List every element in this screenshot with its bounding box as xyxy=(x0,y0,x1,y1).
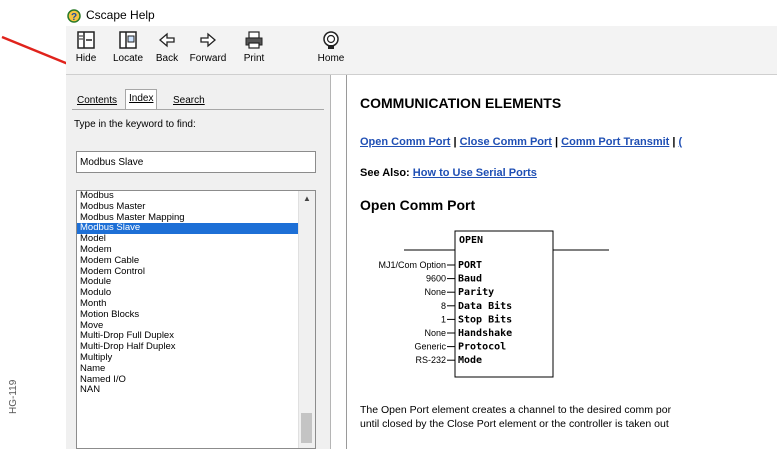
list-scrollbar[interactable]: ▲ xyxy=(298,191,315,448)
block-name: OPEN xyxy=(459,235,483,246)
locate-button[interactable]: Locate xyxy=(108,30,148,64)
tab-index[interactable]: Index xyxy=(125,89,158,110)
description-line: The Open Port element creates a channel … xyxy=(360,404,672,416)
link-open-comm-port[interactable]: Open Comm Port xyxy=(360,136,450,148)
list-item[interactable]: Multiply xyxy=(77,352,299,364)
list-item[interactable]: Named I/O xyxy=(77,374,299,386)
list-item[interactable]: Modem Cable xyxy=(77,255,299,267)
home-button[interactable]: Home xyxy=(311,30,351,64)
link-close-comm-port[interactable]: Close Comm Port xyxy=(460,136,552,148)
navigation-pane: Contents Index Search Type in the keywor… xyxy=(66,75,331,449)
pin-label: Stop Bits xyxy=(458,313,512,325)
list-item[interactable]: Modulo xyxy=(77,287,299,299)
scroll-up-arrow-icon[interactable]: ▲ xyxy=(299,191,315,207)
pin-input-value: 9600 xyxy=(426,274,446,284)
index-list-items: Modbus Modbus Master Modbus Master Mapping… xyxy=(77,191,299,396)
content-pane: COMMUNICATION ELEMENTS Open Comm Port | … xyxy=(346,75,777,449)
tab-search[interactable]: Search xyxy=(170,93,208,109)
pin-label: Baud xyxy=(458,274,482,285)
index-list[interactable]: Modbus Modbus Master Modbus Master Mapping… xyxy=(76,190,316,449)
page-title: COMMUNICATION ELEMENTS xyxy=(360,95,562,111)
keyword-label: Type in the keyword to find: xyxy=(74,119,196,130)
toolbar: Hide Locate Back Forward Print Home xyxy=(66,26,777,75)
window-title: Cscape Help xyxy=(86,8,155,22)
see-also: See Also: How to Use Serial Ports xyxy=(360,167,537,179)
figure-code: HG-119 xyxy=(8,379,19,414)
see-also-label: See Also: xyxy=(360,167,410,179)
pin-input-value: MJ1/Com Option xyxy=(378,260,446,270)
forward-button[interactable]: Forward xyxy=(186,30,230,64)
back-arrow-icon xyxy=(159,32,175,48)
list-item[interactable]: Modbus Slave xyxy=(77,223,299,235)
pin-input-value: Generic xyxy=(414,342,446,352)
scroll-thumb[interactable] xyxy=(301,413,312,443)
locate-icon xyxy=(119,31,137,49)
pin-input-value: None xyxy=(424,328,446,338)
list-item[interactable]: Motion Blocks xyxy=(77,309,299,321)
link-serial-ports[interactable]: How to Use Serial Ports xyxy=(413,167,537,179)
open-port-block-diagram: OPEN MJ1/Com Option PORT 9600 Baud None Parit… xyxy=(378,230,609,378)
help-app-icon: ? xyxy=(67,9,81,23)
forward-arrow-icon xyxy=(200,32,216,48)
pin-label: Mode xyxy=(458,355,482,366)
description: The Open Port element creates a channel … xyxy=(360,403,671,431)
print-button[interactable]: Print xyxy=(234,30,274,64)
keyword-input[interactable]: Modbus Slave xyxy=(76,151,316,173)
list-item[interactable]: NAN xyxy=(77,385,299,396)
list-item[interactable]: Modbus Master xyxy=(77,201,299,213)
pin-label: Data Bits xyxy=(458,300,512,312)
link-truncated[interactable]: ( xyxy=(679,136,683,148)
print-icon xyxy=(245,31,263,49)
tab-divider xyxy=(72,109,324,110)
link-comm-port-transmit[interactable]: Comm Port Transmit xyxy=(561,136,669,148)
pin-label: Parity xyxy=(458,286,494,298)
svg-text:?: ? xyxy=(71,12,77,23)
tab-contents[interactable]: Contents xyxy=(74,93,120,109)
pin-input-value: 1 xyxy=(441,314,446,324)
topic-links: Open Comm Port | Close Comm Port | Comm … xyxy=(360,136,682,148)
back-button[interactable]: Back xyxy=(147,30,187,64)
hide-icon xyxy=(77,31,95,49)
pin-label: Protocol xyxy=(458,342,506,353)
description-line: until closed by the Close Port element o… xyxy=(360,418,669,430)
section-title: Open Comm Port xyxy=(360,197,476,213)
home-icon xyxy=(323,31,339,49)
hide-button[interactable]: Hide xyxy=(66,30,106,64)
pin-input-value: 8 xyxy=(441,301,446,311)
pin-input-value: None xyxy=(424,287,446,297)
list-item[interactable]: Name xyxy=(77,363,299,375)
title-bar: ? Cscape Help xyxy=(66,4,366,26)
pin-label: PORT xyxy=(458,260,482,271)
pin-label: Handshake xyxy=(458,328,512,339)
pin-input-value: RS-232 xyxy=(415,355,446,365)
